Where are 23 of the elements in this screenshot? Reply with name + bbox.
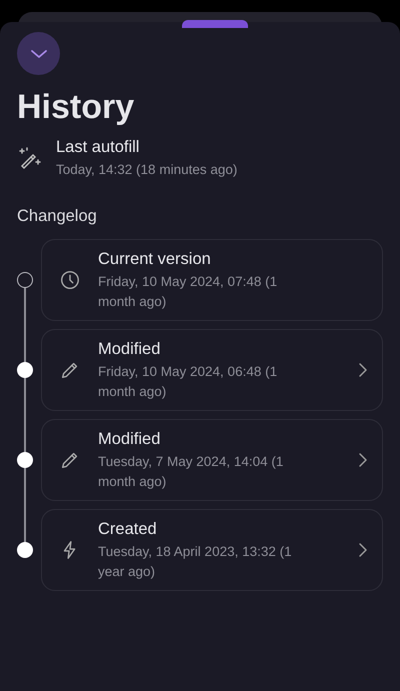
entry-time: Friday, 10 May 2024, 06:48 (1 month ago): [98, 363, 278, 401]
changelog-entry[interactable]: Modified Tuesday, 7 May 2024, 14:04 (1 month ago): [41, 419, 383, 501]
entry-title: Created: [98, 519, 157, 540]
entry-time: Tuesday, 7 May 2024, 14:04 (1 month ago): [98, 453, 284, 491]
tab-indicator: [182, 20, 248, 28]
section-heading: Changelog: [17, 207, 98, 226]
chevron-right-icon: [358, 362, 368, 378]
entry-title: Modified: [98, 429, 160, 450]
entry-title: Modified: [98, 339, 160, 360]
changelog-entry[interactable]: Modified Friday, 10 May 2024, 06:48 (1 month ago): [41, 329, 383, 411]
entry-time: Tuesday, 18 April 2023, 13:32 (1 year ago): [98, 543, 293, 581]
chevron-right-icon: [358, 452, 368, 468]
magic-wand-icon: [17, 146, 41, 170]
changelog-entry[interactable]: Created Tuesday, 18 April 2023, 13:32 (1 year ago): [41, 509, 383, 591]
autofill-time: Today, 14:32 (18 minutes ago): [56, 161, 238, 179]
chevron-down-icon: [30, 48, 48, 58]
entry-title: Current version: [98, 249, 211, 270]
sheet-title: History: [17, 87, 136, 127]
entry-time: Friday, 10 May 2024, 07:48 (1 month ago): [98, 273, 278, 311]
chevron-right-icon: [358, 542, 368, 558]
clock-icon: [59, 269, 81, 291]
autofill-label: Last autofill: [56, 137, 140, 158]
collapse-button[interactable]: [17, 32, 60, 75]
